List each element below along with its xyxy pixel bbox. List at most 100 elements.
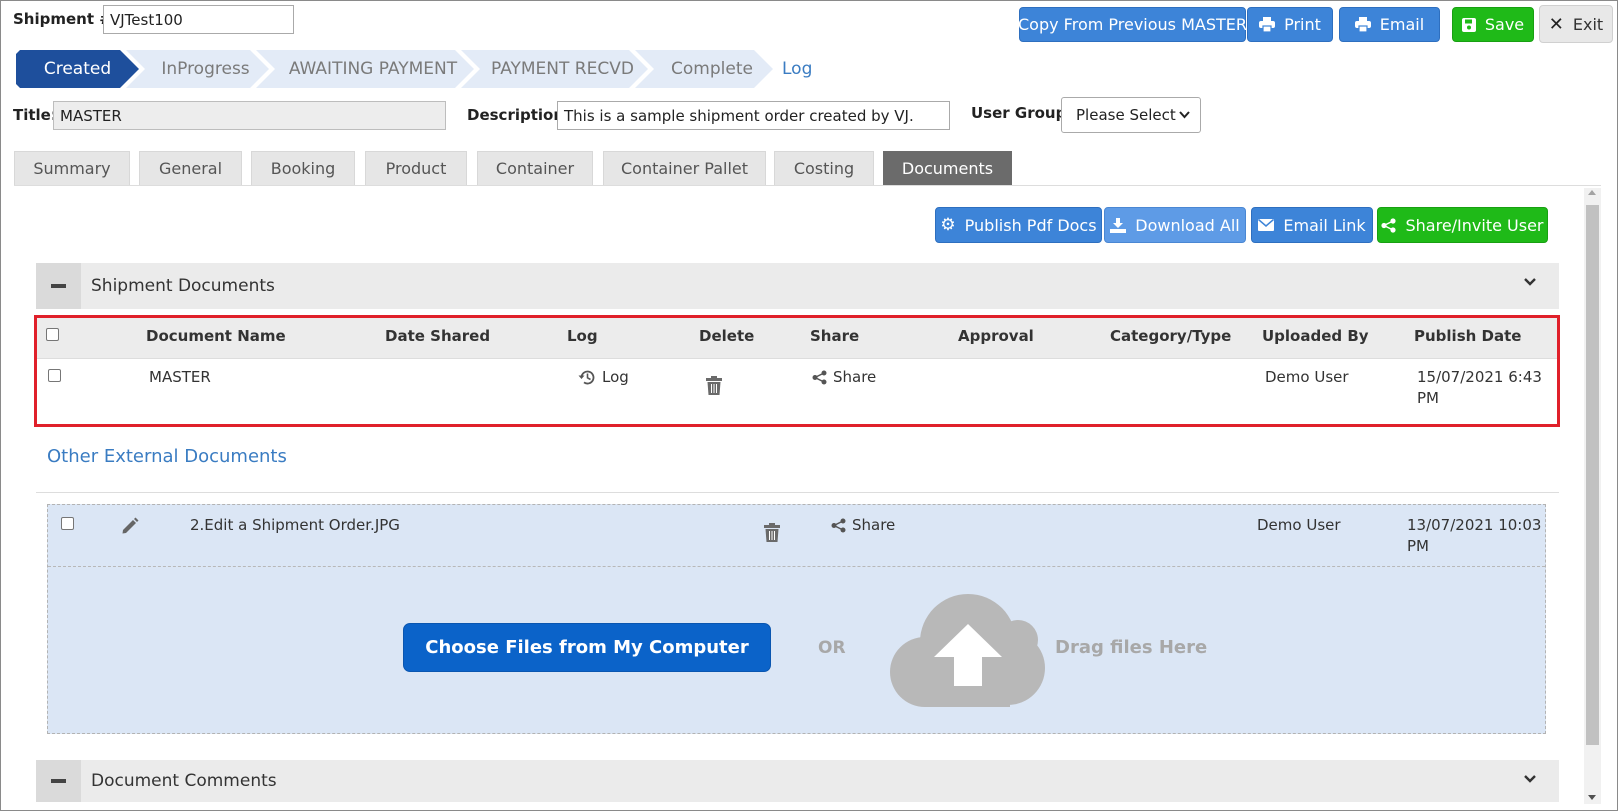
step-created[interactable]: Created	[16, 50, 139, 88]
chevron-down-icon	[1179, 111, 1190, 119]
publish-button-label: Publish Pdf Docs	[964, 215, 1097, 235]
tab-general[interactable]: General	[139, 151, 242, 185]
document-name[interactable]: MASTER	[149, 368, 211, 386]
shipment-documents-header[interactable]: Shipment Documents	[36, 263, 1559, 309]
tab-summary[interactable]: Summary	[14, 151, 130, 185]
description-label: Description:	[467, 106, 571, 124]
column-header-log[interactable]: Log	[567, 327, 598, 345]
tab-label: Costing	[793, 159, 855, 178]
scroll-down-arrow-icon[interactable]	[1588, 795, 1596, 800]
print-button[interactable]: Print	[1247, 7, 1333, 42]
step-label: Complete	[671, 59, 753, 79]
title-input[interactable]: MASTER	[53, 101, 446, 130]
step-awaiting-payment[interactable]: AWAITING PAYMENT	[256, 50, 474, 88]
tab-costing[interactable]: Costing	[774, 151, 874, 185]
vertical-scrollbar[interactable]	[1584, 188, 1601, 804]
share-icon	[812, 370, 827, 384]
save-button-label: Save	[1484, 15, 1525, 34]
pencil-icon[interactable]	[121, 517, 139, 535]
cloud-upload-icon	[890, 594, 1045, 707]
select-all-checkbox[interactable]	[46, 328, 59, 341]
column-header-category-type[interactable]: Category/Type	[1110, 327, 1231, 345]
external-uploaded-by: Demo User	[1257, 516, 1341, 534]
share-invite-user-button[interactable]: Share/Invite User	[1377, 207, 1548, 243]
log-button[interactable]: Log	[578, 368, 629, 386]
shipment-number-input[interactable]: VJTest100	[103, 5, 294, 34]
column-header-date-shared[interactable]: Date Shared	[385, 327, 490, 345]
row-checkbox[interactable]	[48, 369, 61, 382]
user-group-select[interactable]: Please Select	[1061, 97, 1201, 133]
step-label: PAYMENT RECVD	[491, 59, 634, 79]
trash-icon[interactable]	[764, 523, 780, 542]
tab-documents[interactable]: Documents	[883, 151, 1012, 185]
divider	[36, 492, 1559, 493]
tab-container[interactable]: Container	[477, 151, 593, 185]
scroll-up-arrow-icon[interactable]	[1588, 190, 1596, 195]
printer-icon	[1259, 17, 1276, 32]
dropzone-row-divider	[48, 566, 1545, 567]
tab-label: Documents	[901, 159, 994, 178]
document-comments-title: Document Comments	[91, 771, 277, 791]
step-label: InProgress	[161, 59, 250, 79]
or-separator: OR	[818, 638, 846, 658]
publish-date: 15/07/2021 6:43	[1417, 368, 1542, 386]
column-header-delete[interactable]: Delete	[699, 327, 754, 345]
chevron-down-icon[interactable]	[1523, 277, 1537, 287]
tab-label: Booking	[270, 159, 336, 178]
dropzone[interactable]	[47, 504, 1546, 734]
external-row-checkbox[interactable]	[61, 517, 74, 530]
column-header-document-name[interactable]: Document Name	[146, 327, 286, 345]
log-link[interactable]: Log	[782, 59, 812, 79]
trash-icon[interactable]	[706, 376, 722, 395]
external-document-name[interactable]: 2.Edit a Shipment Order.JPG	[190, 516, 400, 534]
share-icon	[831, 518, 846, 532]
step-complete[interactable]: Complete	[635, 50, 773, 88]
save-button[interactable]: Save	[1452, 7, 1534, 42]
choose-files-label: Choose Files from My Computer	[425, 637, 749, 658]
print-button-label: Print	[1284, 15, 1321, 34]
column-header-publish-date[interactable]: Publish Date	[1414, 327, 1521, 345]
column-header-approval[interactable]: Approval	[958, 327, 1034, 345]
shipment-documents-title: Shipment Documents	[91, 276, 275, 296]
tab-label: General	[158, 159, 223, 178]
collapse-button[interactable]	[36, 263, 81, 309]
step-payment-recvd[interactable]: PAYMENT RECVD	[461, 50, 648, 88]
chevron-down-icon[interactable]	[1523, 774, 1537, 784]
step-label: Created	[43, 59, 112, 79]
tab-product[interactable]: Product	[365, 151, 467, 185]
uploaded-by: Demo User	[1265, 368, 1349, 386]
tab-booking[interactable]: Booking	[251, 151, 355, 185]
share-button[interactable]: Share	[812, 368, 876, 386]
share-icon	[1381, 217, 1397, 233]
exit-button[interactable]: ✕ Exit	[1539, 5, 1613, 43]
tab-container-pallet[interactable]: Container Pallet	[603, 151, 766, 185]
external-publish-date-ampm: PM	[1407, 537, 1429, 555]
download-all-button[interactable]: Download All	[1104, 207, 1246, 243]
exit-button-label: Exit	[1572, 14, 1604, 34]
title-label: Title:	[13, 106, 57, 124]
publish-pdf-docs-button[interactable]: ⚙ Publish Pdf Docs	[935, 207, 1102, 243]
copy-from-previous-button[interactable]: Copy From Previous MASTER	[1018, 7, 1247, 42]
external-publish-date: 13/07/2021 10:03	[1407, 516, 1542, 534]
share-invite-label: Share/Invite User	[1405, 215, 1544, 235]
printer-icon	[1354, 17, 1371, 32]
external-share-button[interactable]: Share	[831, 516, 895, 534]
user-group-value: Please Select	[1076, 106, 1176, 124]
log-label: Log	[602, 368, 629, 386]
email-button[interactable]: Email	[1339, 7, 1440, 42]
column-header-uploaded-by[interactable]: Uploaded By	[1262, 327, 1369, 345]
column-header-share[interactable]: Share	[810, 327, 859, 345]
step-inprogress[interactable]: InProgress	[126, 50, 269, 88]
choose-files-button[interactable]: Choose Files from My Computer	[403, 623, 771, 672]
scrollbar-thumb[interactable]	[1586, 205, 1599, 745]
minus-icon	[51, 284, 66, 288]
email-link-button[interactable]: Email Link	[1251, 207, 1373, 243]
tab-label: Container Pallet	[620, 159, 748, 178]
collapse-button[interactable]	[36, 760, 81, 802]
close-icon: ✕	[1548, 13, 1564, 35]
minus-icon	[51, 779, 66, 783]
share-label: Share	[852, 516, 896, 534]
document-comments-header[interactable]: Document Comments	[36, 760, 1559, 802]
email-link-label: Email Link	[1283, 215, 1366, 235]
description-input[interactable]: This is a sample shipment order created …	[557, 101, 950, 130]
